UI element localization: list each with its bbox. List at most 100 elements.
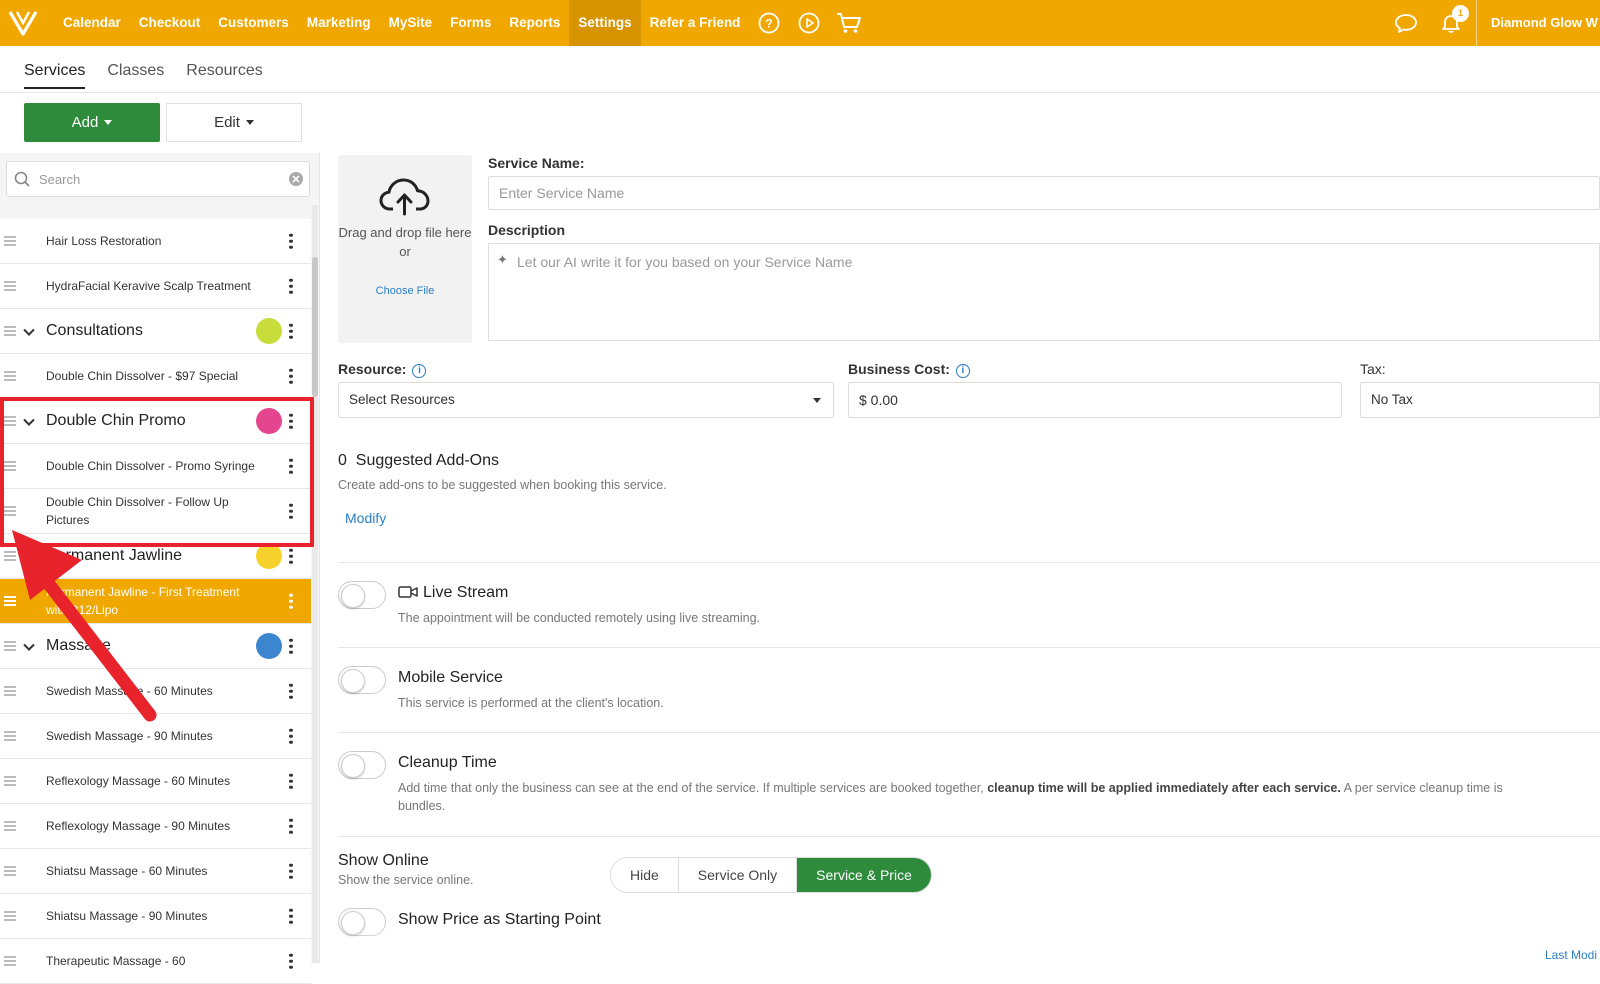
more-options-icon[interactable]	[288, 726, 294, 747]
drag-handle-icon[interactable]	[4, 954, 16, 968]
more-options-icon[interactable]	[288, 411, 294, 432]
cleanup-time-toggle[interactable]	[338, 751, 386, 779]
service-row[interactable]: Reflexology Massage - 60 Minutes	[0, 759, 311, 804]
chevron-down-icon[interactable]	[23, 324, 35, 336]
service-row[interactable]: Shiatsu Massage - 90 Minutes	[0, 894, 311, 939]
nav-marketing[interactable]: Marketing	[298, 0, 380, 46]
modify-addons-link[interactable]: Modify	[345, 510, 386, 526]
tab-services[interactable]: Services	[24, 62, 86, 89]
service-row[interactable]: Reflexology Massage - 90 Minutes	[0, 804, 311, 849]
service-category-row[interactable]: Consultations	[0, 309, 311, 354]
service-row[interactable]: Shiatsu Massage - 60 Minutes	[0, 849, 311, 894]
add-button[interactable]: Add	[24, 103, 160, 142]
mobile-service-toggle[interactable]	[338, 666, 386, 694]
play-video-icon[interactable]	[789, 0, 829, 46]
drag-handle-icon[interactable]	[4, 324, 16, 338]
business-cost-input[interactable]	[848, 382, 1342, 418]
scrollbar-thumb[interactable]	[312, 257, 318, 397]
drag-handle-icon[interactable]	[4, 279, 16, 293]
more-options-icon[interactable]	[288, 906, 294, 927]
clear-search-icon[interactable]	[283, 166, 309, 192]
service-row[interactable]: Hair Loss Restoration	[0, 219, 311, 264]
vagaro-logo-icon[interactable]	[0, 0, 46, 46]
more-options-icon[interactable]	[288, 321, 294, 342]
last-modified-link[interactable]: Last Modi	[1545, 948, 1597, 962]
drag-handle-icon[interactable]	[4, 864, 16, 878]
show-online-service-and-price[interactable]: Service & Price	[797, 858, 931, 892]
description-textarea[interactable]	[488, 243, 1600, 341]
nav-checkout[interactable]: Checkout	[130, 0, 210, 46]
more-options-icon[interactable]	[288, 681, 294, 702]
resource-select[interactable]: Select Resources	[338, 382, 834, 418]
drag-handle-icon[interactable]	[4, 639, 16, 653]
nav-calendar[interactable]: Calendar	[54, 0, 130, 46]
category-color-dot[interactable]	[256, 408, 282, 434]
drag-handle-icon[interactable]	[4, 234, 16, 248]
nav-reports[interactable]: Reports	[500, 0, 569, 46]
help-icon[interactable]: ?	[749, 0, 789, 46]
nav-mysite[interactable]: MySite	[380, 0, 442, 46]
chat-icon[interactable]	[1386, 0, 1426, 46]
drag-handle-icon[interactable]	[4, 774, 16, 788]
more-options-icon[interactable]	[288, 591, 294, 612]
nav-forms[interactable]: Forms	[441, 0, 500, 46]
show-online-service-only[interactable]: Service Only	[678, 858, 798, 892]
drag-handle-icon[interactable]	[4, 369, 16, 383]
service-row[interactable]: Permanent Jawline - First Treatment with…	[0, 579, 311, 624]
account-name[interactable]: Diamond Glow W	[1476, 0, 1600, 46]
cart-icon[interactable]	[829, 0, 869, 46]
more-options-icon[interactable]	[288, 546, 294, 567]
more-options-icon[interactable]	[288, 231, 294, 252]
nav-refer-a-friend[interactable]: Refer a Friend	[641, 0, 750, 46]
more-options-icon[interactable]	[288, 366, 294, 387]
image-upload-dropzone[interactable]: Drag and drop file here or Choose File	[338, 155, 472, 343]
service-row[interactable]: Double Chin Dissolver - $97 Special	[0, 354, 311, 399]
sidebar-scrollbar[interactable]	[312, 205, 318, 963]
choose-file-link[interactable]: Choose File	[338, 285, 472, 297]
category-color-dot[interactable]	[256, 633, 282, 659]
tax-select[interactable]: No Tax	[1360, 382, 1600, 418]
drag-handle-icon[interactable]	[4, 504, 16, 518]
more-options-icon[interactable]	[288, 456, 294, 477]
service-row[interactable]: Therapeutic Massage - 60	[0, 939, 311, 984]
starting-point-toggle[interactable]	[338, 908, 386, 936]
nav-settings[interactable]: Settings	[569, 0, 641, 46]
chevron-down-icon[interactable]	[23, 414, 35, 426]
service-row[interactable]: Swedish Massage - 60 Minutes	[0, 669, 311, 714]
info-icon[interactable]: i	[412, 364, 427, 378]
more-options-icon[interactable]	[288, 771, 294, 792]
more-options-icon[interactable]	[288, 276, 294, 297]
service-category-row[interactable]: Double Chin Promo	[0, 399, 311, 444]
service-name-input[interactable]	[488, 176, 1600, 210]
drag-handle-icon[interactable]	[4, 819, 16, 833]
drag-handle-icon[interactable]	[4, 459, 16, 473]
more-options-icon[interactable]	[288, 951, 294, 972]
service-category-row[interactable]: Massage	[0, 624, 311, 669]
drag-handle-icon[interactable]	[4, 594, 16, 608]
service-row[interactable]: Double Chin Dissolver - Promo Syringe	[0, 444, 311, 489]
drag-handle-icon[interactable]	[4, 549, 16, 563]
chevron-down-icon[interactable]	[23, 549, 35, 561]
drag-handle-icon[interactable]	[4, 909, 16, 923]
service-row[interactable]: Double Chin Dissolver - Follow Up Pictur…	[0, 489, 311, 534]
live-stream-toggle[interactable]	[338, 581, 386, 609]
tab-classes[interactable]: Classes	[107, 62, 164, 89]
drag-handle-icon[interactable]	[4, 729, 16, 743]
notifications-button[interactable]: 1	[1426, 0, 1476, 46]
more-options-icon[interactable]	[288, 816, 294, 837]
service-row[interactable]: Swedish Massage - 90 Minutes	[0, 714, 311, 759]
info-icon[interactable]: i	[955, 364, 970, 378]
more-options-icon[interactable]	[288, 861, 294, 882]
show-online-hide[interactable]: Hide	[611, 858, 679, 892]
edit-button[interactable]: Edit	[166, 103, 302, 142]
search-input[interactable]	[37, 164, 283, 194]
chevron-down-icon[interactable]	[23, 639, 35, 651]
more-options-icon[interactable]	[288, 636, 294, 657]
service-category-row[interactable]: Permanent Jawline	[0, 534, 311, 579]
category-color-dot[interactable]	[256, 543, 282, 569]
nav-customers[interactable]: Customers	[209, 0, 298, 46]
service-row[interactable]: HydraFacial Keravive Scalp Treatment	[0, 264, 311, 309]
category-color-dot[interactable]	[256, 318, 282, 344]
drag-handle-icon[interactable]	[4, 414, 16, 428]
more-options-icon[interactable]	[288, 501, 294, 522]
